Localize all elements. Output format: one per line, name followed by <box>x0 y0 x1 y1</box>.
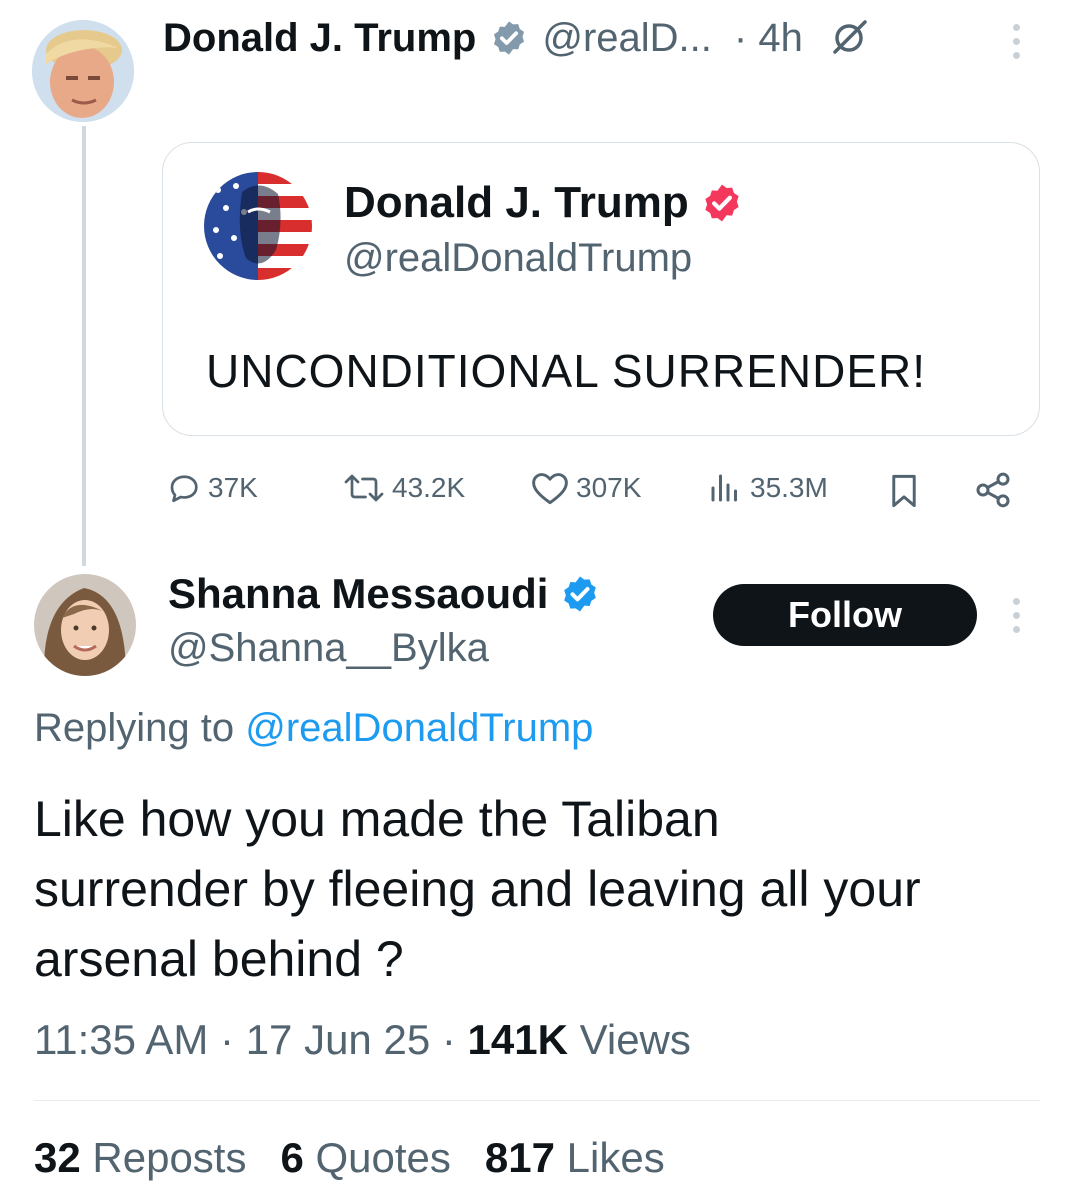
likes-label: Likes <box>566 1134 665 1181</box>
repost-count: 43.2K <box>392 472 466 503</box>
reposts-count: 32 <box>34 1134 81 1181</box>
verified-badge-icon <box>701 182 743 224</box>
views-icon <box>711 474 737 502</box>
verified-badge-icon <box>560 574 600 614</box>
reply-text-line: surrender by fleeing and leaving all you… <box>34 861 921 917</box>
author-name[interactable]: Donald J. Trump <box>163 16 476 61</box>
quotes-label: Quotes <box>315 1134 451 1181</box>
views-count: 35.3M <box>750 472 828 503</box>
reply-time[interactable]: 11:35 AM <box>34 1016 208 1063</box>
like-button[interactable]: 307K <box>530 470 641 506</box>
reply-date[interactable]: 17 Jun 25 <box>246 1016 431 1063</box>
shanna-avatar[interactable] <box>34 574 136 676</box>
author-handle[interactable]: @realD... <box>542 16 712 61</box>
reply-author-handle[interactable]: @Shanna__Bylka <box>168 626 489 671</box>
quoted-handle: @realDonaldTrump <box>344 236 693 280</box>
reply-button[interactable]: 37K <box>166 470 258 506</box>
reply-icon <box>170 475 198 503</box>
reply-text: Like how you made the Taliban surrender … <box>34 784 921 994</box>
grok-icon[interactable] <box>829 18 869 58</box>
more-options-icon[interactable] <box>1013 598 1020 633</box>
reply-text-line: Like how you made the Taliban <box>34 791 720 847</box>
reply-meta: 11:35 AM · 17 Jun 25 · 141K Views <box>34 1016 691 1064</box>
reply-views-count: 141K <box>467 1016 568 1063</box>
quoted-avatar[interactable] <box>204 172 312 280</box>
divider <box>34 1100 1040 1101</box>
views-button[interactable]: 35.3M <box>706 470 828 506</box>
likes-count: 817 <box>484 1134 555 1181</box>
trump-avatar[interactable] <box>32 20 134 122</box>
quoted-author-name: Donald J. Trump <box>344 178 689 227</box>
more-options-icon[interactable] <box>1013 24 1020 59</box>
quoted-header: Donald J. Trump <box>344 178 743 228</box>
like-count: 307K <box>576 472 642 503</box>
follow-button[interactable]: Follow <box>713 584 977 646</box>
verified-badge-icon <box>490 19 528 57</box>
post-header: Donald J. Trump @realD... · 4h <box>163 12 869 64</box>
engagement-stats: 32 Reposts 6 Quotes 817 Likes <box>34 1134 665 1182</box>
replying-to-label: Replying to <box>34 706 235 750</box>
reply-text-line: arsenal behind ? <box>34 931 404 987</box>
like-icon <box>532 473 568 505</box>
replying-to-handle[interactable]: @realDonaldTrump <box>245 706 593 750</box>
reposts-label: Reposts <box>92 1134 247 1181</box>
quotes-count: 6 <box>280 1134 304 1181</box>
share-icon[interactable] <box>972 470 1014 515</box>
likes-stat[interactable]: 817 Likes <box>485 1134 665 1182</box>
reply-author-name[interactable]: Shanna Messaoudi <box>168 570 548 618</box>
reply-header: Shanna Messaoudi <box>168 570 600 618</box>
replying-to: Replying to @realDonaldTrump <box>34 706 593 751</box>
quotes-stat[interactable]: 6 Quotes <box>280 1134 450 1182</box>
separator-dot: · <box>220 1016 235 1063</box>
reposts-stat[interactable]: 32 Reposts <box>34 1134 246 1182</box>
repost-button[interactable]: 43.2K <box>342 470 465 506</box>
repost-icon <box>344 474 384 502</box>
reply-count: 37K <box>208 472 258 503</box>
reply-views-label: Views <box>579 1016 691 1063</box>
separator-dot: · <box>441 1016 456 1063</box>
post-time[interactable]: · 4h <box>734 16 803 61</box>
quoted-text: UNCONDITIONAL SURRENDER! <box>206 345 927 397</box>
thread-line <box>82 126 86 566</box>
bookmark-icon[interactable] <box>886 472 922 515</box>
